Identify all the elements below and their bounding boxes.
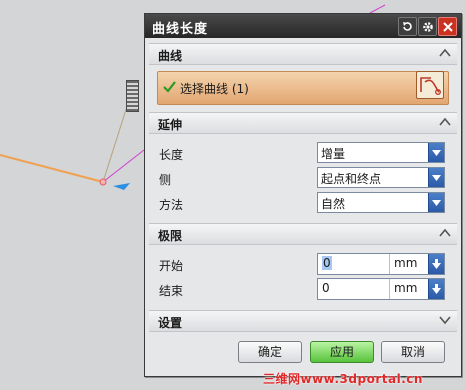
chevron-down-icon[interactable] [439,314,451,328]
end-label: 结束 [159,284,184,298]
curve-endpoint[interactable] [99,178,107,186]
end-input[interactable]: 0 mm [317,278,445,300]
start-unit: mm [394,256,418,270]
end-value[interactable]: 0 [322,281,330,295]
watermark: 三维网www.3dportal.cn [263,372,423,386]
chevron-up-icon[interactable] [439,47,451,61]
chevron-down-icon[interactable] [428,168,444,187]
select-curve-label: 选择曲线 (1) [180,82,249,96]
length-label: 长度 [159,148,184,162]
length-value: 增量 [321,147,346,161]
dialog-titlebar[interactable]: 曲线长度 [145,14,461,38]
magenta-curve [102,149,145,183]
magenta-curve-top [369,4,386,14]
section-extend-label: 延伸 [158,118,183,132]
section-extend-header[interactable]: 延伸 [149,112,457,134]
start-label: 开始 [159,259,184,273]
chevron-up-icon[interactable] [439,227,451,241]
ok-button[interactable]: 确定 [238,341,302,363]
select-curve-row[interactable]: 选择曲线 (1) [157,71,449,105]
dialog-title: 曲线长度 [152,22,209,37]
close-icon[interactable] [438,17,457,36]
side-value: 起点和终点 [321,172,382,186]
side-label: 侧 [159,173,172,187]
settings-gear-icon[interactable] [418,17,437,36]
length-select[interactable]: 增量 [317,142,445,163]
leader-line [102,99,130,183]
end-unit-field: mm [389,279,426,299]
checkmark-icon [163,81,176,96]
chevron-down-icon[interactable] [428,143,444,162]
curve-length-dialog: 曲线长度 曲线 选择曲线 (1) 延伸 长度 增量 侧 起点和终点 方法 自然 … [144,13,462,377]
section-curve-header[interactable]: 曲线 [149,43,457,65]
side-select[interactable]: 起点和终点 [317,167,445,188]
value-menu-icon[interactable] [428,254,444,274]
reset-icon[interactable] [398,17,417,36]
start-value[interactable]: 0 [322,256,332,270]
method-select[interactable]: 自然 [317,192,445,213]
drag-handle[interactable] [126,80,139,112]
section-curve-label: 曲线 [158,49,183,63]
section-limits-label: 极限 [158,229,183,243]
direction-arrow[interactable] [113,183,130,190]
chevron-up-icon[interactable] [439,116,451,130]
chevron-down-icon[interactable] [428,193,444,212]
section-settings-header[interactable]: 设置 [149,310,457,332]
apply-button[interactable]: 应用 [310,341,374,363]
start-unit-field: mm [389,254,426,274]
start-input[interactable]: 0 mm [317,253,445,275]
section-limits-header[interactable]: 极限 [149,223,457,245]
cancel-button[interactable]: 取消 [381,341,445,363]
section-settings-label: 设置 [158,316,183,330]
select-curve-icon[interactable] [416,71,444,99]
method-value: 自然 [321,197,346,211]
selected-curve[interactable] [0,154,104,183]
method-label: 方法 [159,198,184,212]
value-menu-icon[interactable] [428,279,444,299]
end-unit: mm [394,281,418,295]
